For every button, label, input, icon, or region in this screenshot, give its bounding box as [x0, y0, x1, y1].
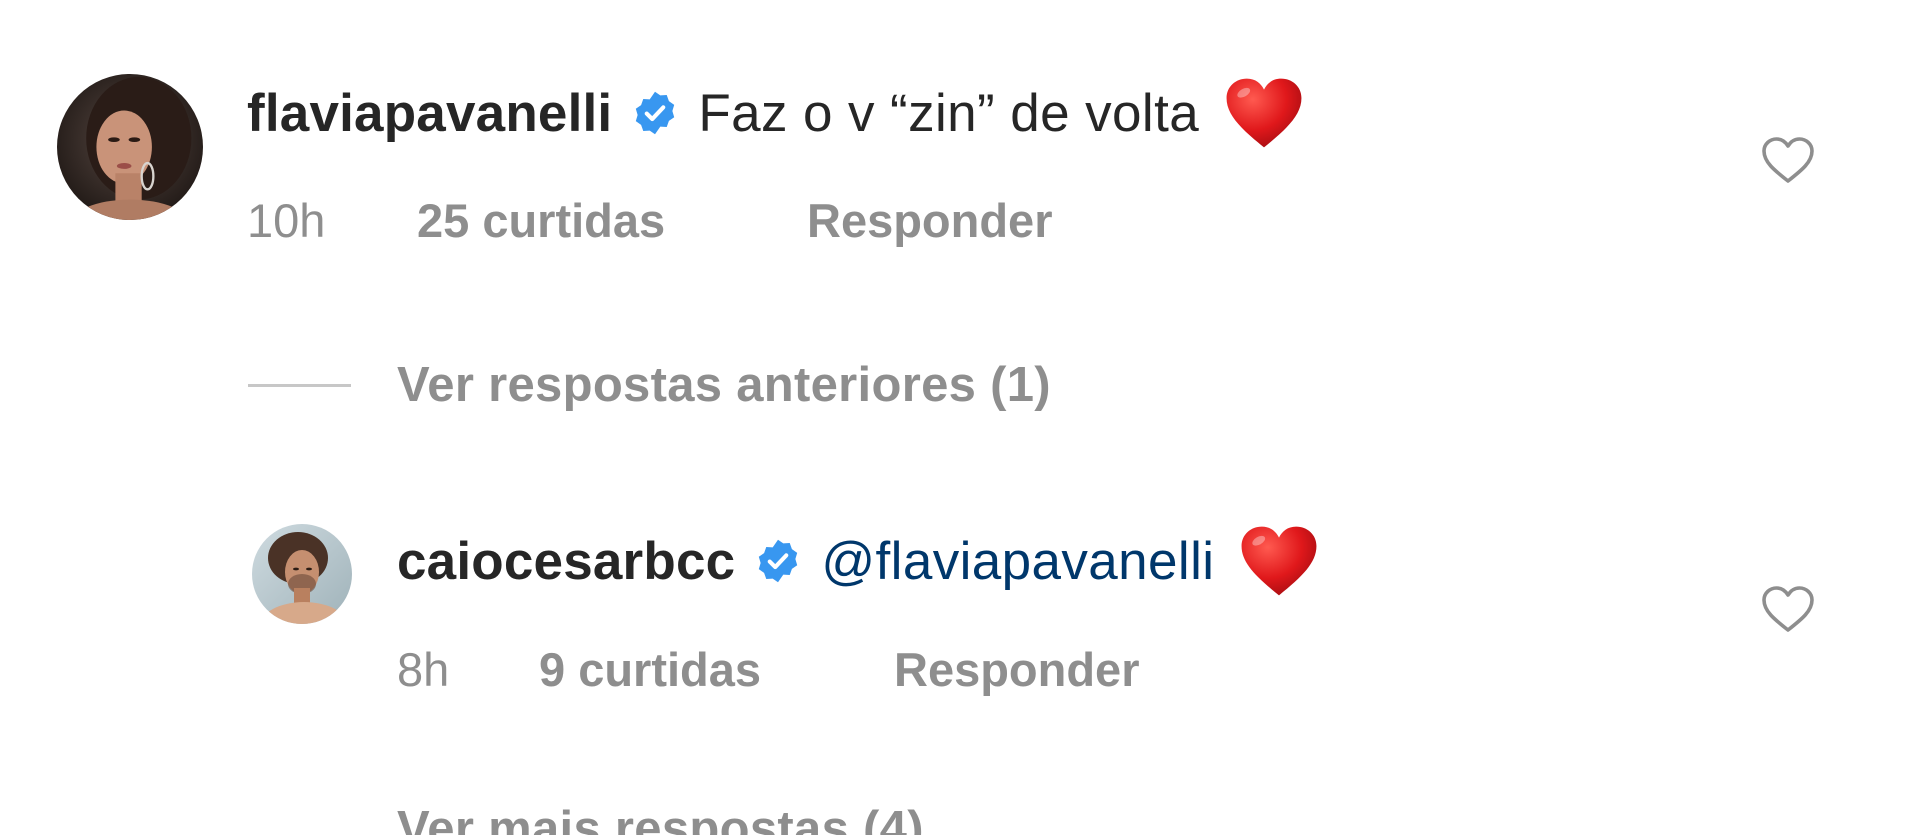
comment-text: Faz o v “zin” de volta — [698, 83, 1200, 143]
red-heart-emoji-icon — [1225, 77, 1303, 149]
view-more-replies-label: Ver mais respostas (4) — [397, 802, 924, 835]
verified-badge-icon — [632, 90, 678, 136]
comment-username[interactable]: flaviapavanelli — [247, 83, 612, 144]
reply-button[interactable]: Responder — [807, 193, 1053, 248]
thread-divider — [248, 383, 351, 387]
comment-likes-count[interactable]: 25 curtidas — [417, 193, 665, 248]
comment-1: flaviapavanelli Faz o v “zin” de volta — [247, 78, 1303, 148]
mention-link[interactable]: @flaviapavanelli — [821, 531, 1214, 592]
comment-username[interactable]: caiocesarbcc — [397, 531, 735, 592]
view-previous-replies-label: Ver respostas anteriores (1) — [397, 358, 1051, 412]
avatar-flaviapavanelli[interactable] — [57, 74, 203, 220]
avatar-caiocesarbcc[interactable] — [252, 524, 352, 624]
like-heart-icon[interactable] — [1760, 584, 1816, 634]
comment-2: caiocesarbcc @flaviapavanelli — [397, 526, 1318, 596]
comment-likes-count[interactable]: 9 curtidas — [539, 642, 761, 697]
comment-time: 8h — [397, 643, 450, 696]
view-more-replies-button[interactable]: Ver mais respostas (4) — [248, 801, 924, 835]
like-heart-icon[interactable] — [1760, 135, 1816, 185]
comment-time: 10h — [247, 194, 326, 247]
avatar-photo-icon — [252, 524, 352, 624]
reply-button[interactable]: Responder — [894, 642, 1140, 697]
verified-badge-icon — [755, 538, 801, 584]
red-heart-emoji-icon — [1240, 525, 1318, 597]
avatar-photo-icon — [57, 74, 203, 220]
comments-thread: flaviapavanelli Faz o v “zin” de volta 1… — [0, 0, 1920, 835]
view-previous-replies-button[interactable]: Ver respostas anteriores (1) — [248, 357, 1051, 413]
